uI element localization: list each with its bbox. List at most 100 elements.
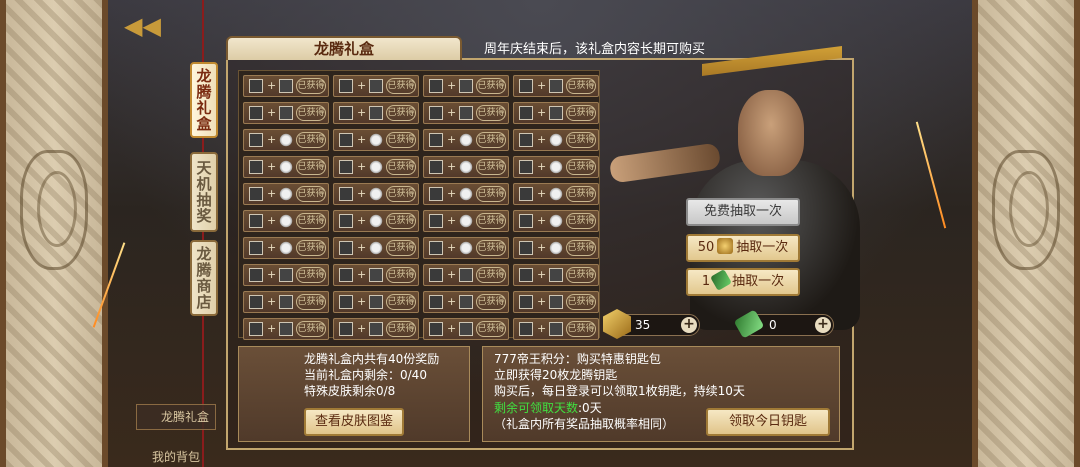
claim-key-button[interactable]: 领取今日钥匙	[706, 408, 830, 436]
reward-item-icon	[249, 106, 263, 120]
plus-icon: +	[537, 79, 547, 92]
claimed-stamp: 已获得	[296, 267, 326, 283]
silver-coin-icon	[549, 214, 563, 228]
plus-icon: +	[447, 79, 457, 92]
reward-item-icon	[279, 79, 293, 93]
days-remaining-value: :0天	[578, 401, 602, 415]
reward-cell[interactable]: + 已获得	[513, 102, 599, 124]
reward-cell[interactable]: + 已获得	[333, 291, 419, 313]
plus-icon: +	[537, 214, 547, 227]
reward-item-icon	[249, 79, 263, 93]
reward-cell[interactable]: + 已获得	[423, 156, 509, 178]
reward-item-icon	[429, 160, 443, 174]
reward-cell[interactable]: + 已获得	[423, 264, 509, 286]
reward-cell[interactable]: + 已获得	[243, 156, 329, 178]
claimed-stamp: 已获得	[476, 186, 506, 202]
reward-cell[interactable]: + 已获得	[513, 183, 599, 205]
add-coins-button[interactable]: +	[681, 317, 697, 333]
reward-cell[interactable]: + 已获得	[513, 237, 599, 259]
tab-dragon-store[interactable]: 龙腾商店	[190, 240, 218, 316]
silver-coin-icon	[369, 187, 383, 201]
reward-cell[interactable]: + 已获得	[243, 318, 329, 340]
reward-cell[interactable]: + 已获得	[423, 291, 509, 313]
reward-cell[interactable]: + 已获得	[423, 237, 509, 259]
view-skins-button[interactable]: 查看皮肤图鉴	[304, 408, 404, 436]
reward-cell[interactable]: + 已获得	[333, 264, 419, 286]
plus-icon: +	[537, 322, 547, 335]
reward-cell[interactable]: + 已获得	[333, 156, 419, 178]
reward-item-icon	[339, 187, 353, 201]
reward-item-icon	[459, 295, 473, 309]
back-arrow-icon[interactable]: ◀◀	[124, 14, 164, 38]
reward-item-icon	[519, 322, 533, 336]
silver-coin-icon	[369, 214, 383, 228]
reward-cell[interactable]: + 已获得	[243, 291, 329, 313]
reward-cell[interactable]: + 已获得	[333, 129, 419, 151]
plus-icon: +	[267, 295, 277, 308]
silver-coin-icon	[459, 187, 473, 201]
reward-item-icon	[369, 322, 383, 336]
reward-cell[interactable]: + 已获得	[243, 210, 329, 232]
coin-icon	[717, 238, 734, 254]
plus-icon: +	[267, 241, 277, 254]
reward-cell[interactable]: + 已获得	[513, 75, 599, 97]
coin-draw-button[interactable]: 50 抽取一次	[686, 234, 800, 262]
reward-cell[interactable]: + 已获得	[243, 129, 329, 151]
coin-count: 35	[635, 318, 651, 332]
reward-cell[interactable]: + 已获得	[243, 75, 329, 97]
silver-coin-icon	[459, 214, 473, 228]
claimed-stamp: 已获得	[296, 78, 326, 94]
plus-icon: +	[357, 295, 367, 308]
tab-lottery[interactable]: 天机抽奖	[190, 152, 218, 232]
reward-cell[interactable]: + 已获得	[333, 318, 419, 340]
info-remaining: 当前礼盒内剩余：0/40	[304, 368, 427, 382]
reward-cell[interactable]: + 已获得	[243, 264, 329, 286]
reward-item-icon	[429, 214, 443, 228]
reward-cell[interactable]: + 已获得	[243, 183, 329, 205]
reward-cell[interactable]: + 已获得	[423, 210, 509, 232]
silver-coin-icon	[459, 241, 473, 255]
hero-head	[738, 90, 804, 176]
reward-cell[interactable]: + 已获得	[513, 156, 599, 178]
reward-item-icon	[519, 106, 533, 120]
reward-cell[interactable]: + 已获得	[243, 237, 329, 259]
keypack-line-3: 购买后，每日登录可以领取1枚钥匙，持续10天	[494, 384, 745, 398]
claimed-stamp: 已获得	[296, 132, 326, 148]
claimed-stamp: 已获得	[566, 321, 596, 337]
reward-cell[interactable]: + 已获得	[423, 318, 509, 340]
reward-cell[interactable]: + 已获得	[423, 183, 509, 205]
key-balance: 0 +	[733, 309, 834, 339]
claimed-stamp: 已获得	[386, 240, 416, 256]
reward-cell[interactable]: + 已获得	[513, 291, 599, 313]
claimed-stamp: 已获得	[386, 321, 416, 337]
silver-coin-icon	[549, 133, 563, 147]
reward-cell[interactable]: + 已获得	[423, 75, 509, 97]
reward-cell[interactable]: + 已获得	[333, 102, 419, 124]
reward-cell[interactable]: + 已获得	[513, 210, 599, 232]
reward-item-icon	[279, 268, 293, 282]
key-draw-button[interactable]: 1 抽取一次	[686, 268, 800, 296]
reward-cell[interactable]: + 已获得	[513, 129, 599, 151]
reward-item-icon	[339, 214, 353, 228]
reward-item-icon	[459, 268, 473, 282]
reward-cell[interactable]: + 已获得	[513, 264, 599, 286]
reward-cell[interactable]: + 已获得	[423, 102, 509, 124]
dragon-emblem-icon	[992, 150, 1060, 270]
reward-cell[interactable]: + 已获得	[513, 318, 599, 340]
reward-cell[interactable]: + 已获得	[333, 183, 419, 205]
reward-item-icon	[459, 106, 473, 120]
add-keys-button[interactable]: +	[815, 317, 831, 333]
reward-cell[interactable]: + 已获得	[333, 75, 419, 97]
reward-item-icon	[339, 106, 353, 120]
reward-item-icon	[339, 295, 353, 309]
claimed-stamp: 已获得	[296, 240, 326, 256]
free-draw-button[interactable]: 免费抽取一次	[686, 198, 800, 226]
tab-dragon-giftbox[interactable]: 龙腾礼盒	[190, 62, 218, 138]
reward-cell[interactable]: + 已获得	[333, 237, 419, 259]
reward-cell[interactable]: + 已获得	[333, 210, 419, 232]
reward-cell[interactable]: + 已获得	[243, 102, 329, 124]
reward-item-icon	[249, 268, 263, 282]
reward-cell[interactable]: + 已获得	[423, 129, 509, 151]
reward-item-icon	[339, 322, 353, 336]
reward-item-icon	[429, 241, 443, 255]
